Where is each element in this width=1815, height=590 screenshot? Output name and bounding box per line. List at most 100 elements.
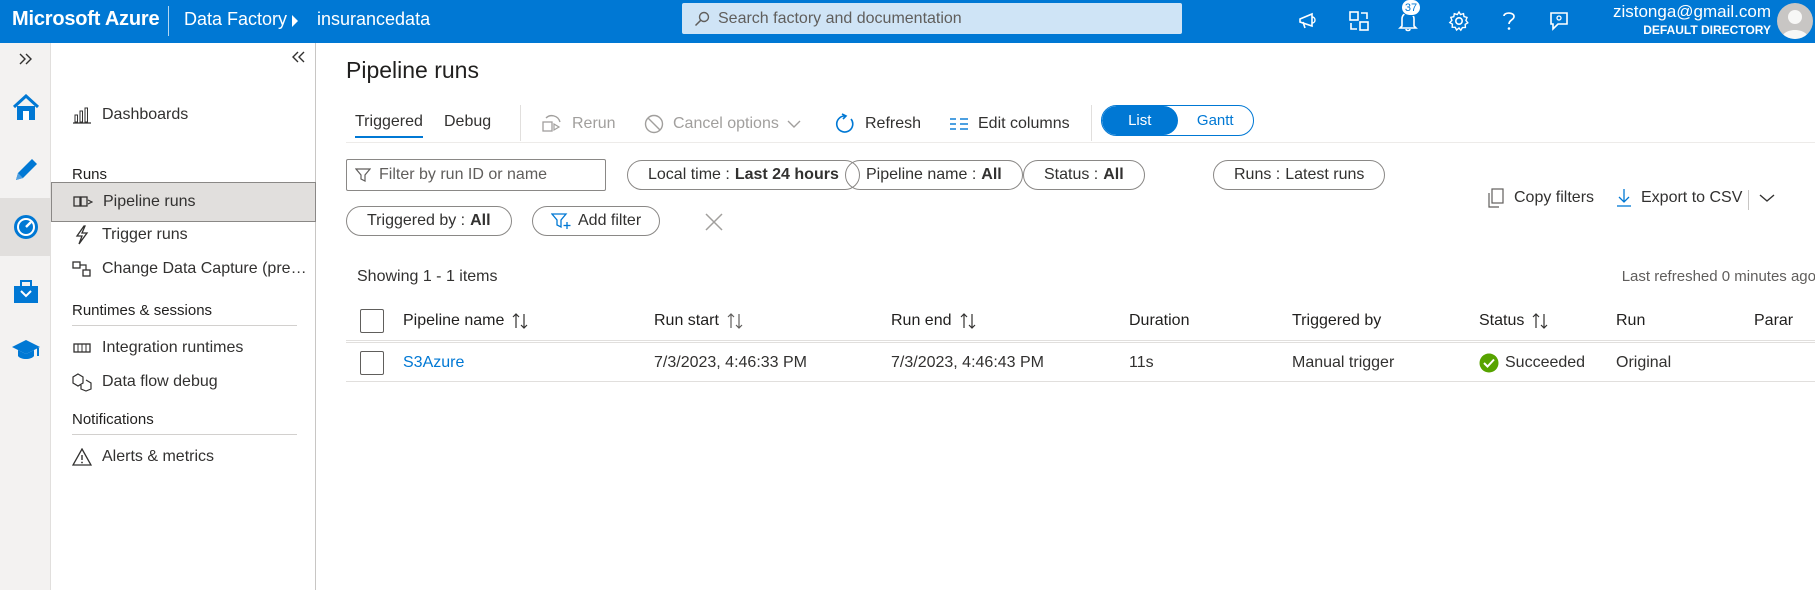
edit-columns-button[interactable]: Edit columns <box>949 109 1070 139</box>
copy-filters-label: Copy filters <box>1514 189 1595 206</box>
edit-columns-label: Edit columns <box>978 115 1070 132</box>
nav-item-label: Pipeline runs <box>103 193 196 210</box>
column-header-duration[interactable]: Duration <box>1129 301 1189 341</box>
pipeline-runs-icon <box>72 194 94 210</box>
pipeline-name-text[interactable]: S3Azure <box>403 354 464 372</box>
filter-icon <box>355 167 371 183</box>
pipeline-name-link[interactable]: S3Azure <box>403 343 464 383</box>
cancel-icon <box>644 114 664 134</box>
account-info[interactable]: zistonga@gmail.com DEFAULT DIRECTORY <box>1613 2 1771 37</box>
export-csv-button[interactable]: Export to CSV <box>1616 183 1742 213</box>
author-pencil-icon[interactable] <box>0 145 51 195</box>
row-checkbox[interactable] <box>360 343 384 383</box>
announcement-icon[interactable] <box>1294 6 1324 36</box>
refresh-label: Refresh <box>865 115 922 132</box>
download-icon <box>1616 188 1632 208</box>
search-icon <box>694 11 710 27</box>
select-all-checkbox[interactable] <box>360 301 384 341</box>
chevron-down-icon <box>787 119 801 129</box>
toolbar-divider <box>346 142 1815 143</box>
view-toggle: List Gantt <box>1101 105 1254 136</box>
settings-gear-icon[interactable] <box>1444 6 1474 36</box>
last-refreshed: Last refreshed 0 minutes ago <box>1621 268 1815 285</box>
notifications-badge: 37 <box>1401 0 1421 16</box>
main-content: Pipeline runs Triggered Debug Rerun Canc… <box>317 43 1815 590</box>
data-flow-debug-icon <box>71 372 93 392</box>
nav-divider <box>72 325 297 326</box>
brand-title[interactable]: Microsoft Azure <box>12 8 160 31</box>
refresh-button[interactable]: Refresh <box>834 109 921 139</box>
filter-pill-local-time[interactable]: Local time : Last 24 hours <box>627 160 860 190</box>
view-list-button[interactable]: List <box>1102 106 1178 135</box>
add-filter-icon <box>551 212 571 230</box>
integration-runtime-icon <box>71 341 93 355</box>
filter-placeholder: Filter by run ID or name <box>379 166 548 183</box>
learning-center-icon[interactable] <box>0 325 51 375</box>
monitor-icon[interactable] <box>0 198 51 256</box>
table-header-row: Pipeline name Run start Run end Duration… <box>346 301 1815 341</box>
nav-item-label: Data flow debug <box>102 373 218 390</box>
manage-toolbox-icon[interactable] <box>0 267 51 317</box>
sort-icon <box>959 313 977 329</box>
column-header-run-end[interactable]: Run end <box>891 301 977 341</box>
pill-key: Pipeline name : <box>866 166 977 183</box>
nav-item-change-data-capture[interactable]: Change Data Capture (previ... <box>51 249 316 289</box>
column-header-run[interactable]: Run <box>1616 301 1645 341</box>
cancel-options-button[interactable]: Cancel options <box>644 109 801 139</box>
help-icon[interactable] <box>1494 6 1524 36</box>
more-actions-chevron-icon[interactable] <box>1759 193 1775 203</box>
column-label: Run end <box>891 312 952 329</box>
toolbar-separator <box>520 105 521 141</box>
breadcrumb-data-factory[interactable]: Data Factory <box>184 9 287 30</box>
column-header-pipeline-name[interactable]: Pipeline name <box>403 301 529 341</box>
filter-pill-pipeline-name[interactable]: Pipeline name : All <box>845 160 1023 190</box>
alert-icon <box>71 448 93 466</box>
view-gantt-button[interactable]: Gantt <box>1178 106 1254 135</box>
nav-item-dashboards[interactable]: Dashboards <box>51 95 316 135</box>
search-input[interactable]: Search factory and documentation <box>682 3 1182 34</box>
breadcrumb-factory-name[interactable]: insurancedata <box>317 9 430 30</box>
table-row[interactable]: S3Azure 7/3/2023, 4:46:33 PM 7/3/2023, 4… <box>346 342 1815 382</box>
rerun-label: Rerun <box>572 115 616 132</box>
column-label: Pipeline name <box>403 312 505 329</box>
column-header-parameters[interactable]: Parar <box>1754 301 1793 341</box>
nav-section-notifications: Notifications <box>72 411 154 428</box>
nav-item-label: Alerts & metrics <box>102 448 215 465</box>
toolbar-separator <box>1091 105 1092 141</box>
tab-triggered[interactable]: Triggered <box>355 113 423 138</box>
pill-key: Runs : <box>1234 166 1281 183</box>
filter-by-run-id-input[interactable]: Filter by run ID or name <box>346 159 606 191</box>
refresh-icon <box>834 113 856 135</box>
tab-debug[interactable]: Debug <box>444 113 491 131</box>
home-icon[interactable] <box>0 83 51 133</box>
filter-pill-status[interactable]: Status : All <box>1023 160 1145 190</box>
filter-pill-runs[interactable]: Runs : Latest runs <box>1213 160 1386 190</box>
feedback-icon[interactable] <box>1544 6 1574 36</box>
nav-item-alerts-metrics[interactable]: Alerts & metrics <box>51 437 316 477</box>
clear-filters-close-icon[interactable] <box>704 212 724 232</box>
copy-filters-button[interactable]: Copy filters <box>1487 183 1594 213</box>
avatar[interactable] <box>1777 3 1813 39</box>
chevron-right-icon <box>290 14 300 28</box>
monitor-nav-panel: Dashboards Runs Pipeline runs Trigger ru… <box>51 43 316 590</box>
sort-icon <box>726 313 744 329</box>
switch-directory-icon[interactable] <box>1344 6 1374 36</box>
column-header-triggered-by[interactable]: Triggered by <box>1292 301 1381 341</box>
run-type-cell: Original <box>1616 354 1672 371</box>
rerun-button[interactable]: Rerun <box>541 109 616 139</box>
nav-item-data-flow-debug[interactable]: Data flow debug <box>51 362 316 402</box>
column-header-run-start[interactable]: Run start <box>654 301 744 341</box>
filter-pill-triggered-by[interactable]: Triggered by : All <box>346 206 512 236</box>
nav-item-label: Integration runtimes <box>102 339 244 356</box>
run-start-cell: 7/3/2023, 4:46:33 PM <box>654 354 807 371</box>
top-bar: Microsoft Azure Data Factory insuranceda… <box>0 0 1815 43</box>
collapse-panel-icon[interactable] <box>291 51 305 63</box>
column-header-status[interactable]: Status <box>1479 301 1549 341</box>
sort-icon <box>1531 313 1549 329</box>
left-rail <box>0 43 51 590</box>
add-filter-button[interactable]: Add filter <box>532 206 661 236</box>
expand-rail-button[interactable] <box>0 43 51 75</box>
run-end-cell: 7/3/2023, 4:46:43 PM <box>891 354 1044 371</box>
success-check-icon <box>1479 353 1499 373</box>
dashboard-icon <box>71 106 93 124</box>
